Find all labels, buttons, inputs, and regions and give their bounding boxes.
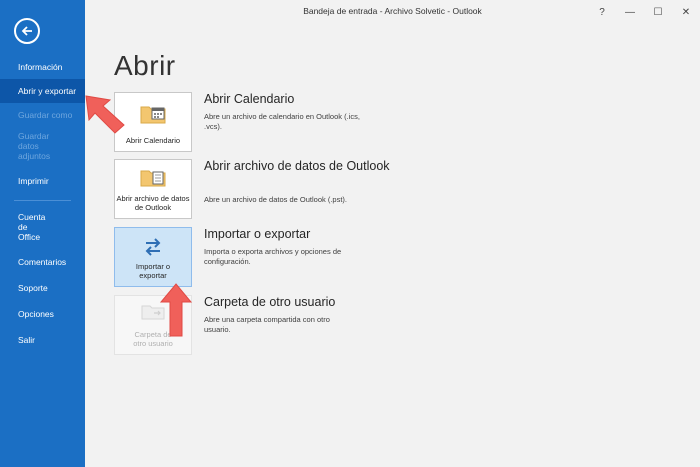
- back-arrow-icon: [21, 26, 32, 36]
- annotation-arrow-importar: [159, 283, 193, 337]
- abrir-calendario-tile-label: Abrir Calendario: [125, 136, 181, 145]
- sidebar-item-comentarios[interactable]: Comentarios: [0, 250, 85, 274]
- sidebar-nav: Información Abrir y exportar Guardar com…: [0, 55, 85, 352]
- minimize-button[interactable]: —: [616, 0, 644, 24]
- carpeta-otro-usuario-title: Carpeta de otro usuario: [204, 295, 336, 309]
- importar-exportar-tile-label: Importar o exportar: [135, 262, 171, 280]
- abrir-archivo-datos-tile-label: Abrir archivo de datos de Outlook: [116, 194, 190, 212]
- abrir-calendario-title: Abrir Calendario: [204, 92, 295, 106]
- page-title: Abrir: [114, 50, 176, 81]
- sidebar-item-informacion[interactable]: Información: [0, 55, 85, 79]
- sidebar-item-salir[interactable]: Salir: [0, 328, 85, 352]
- calendar-folder-icon: [140, 106, 166, 124]
- annotation-arrow-sidebar: [85, 95, 125, 134]
- carpeta-otro-usuario-desc: Abre una carpeta compartida con otro usu…: [204, 315, 330, 334]
- backstage-sidebar: Información Abrir y exportar Guardar com…: [0, 0, 85, 467]
- importar-exportar-title: Importar o exportar: [204, 227, 311, 241]
- importar-exportar-button[interactable]: Importar o exportar: [114, 227, 192, 287]
- window-controls: ? — ☐ ✕: [588, 0, 700, 24]
- import-export-icon: [145, 238, 161, 256]
- abrir-calendario-desc: Abre un archivo de calendario en Outlook…: [204, 112, 360, 131]
- title-bar: Bandeja de entrada - Archivo Solvetic - …: [85, 0, 700, 24]
- sidebar-item-soporte[interactable]: Soporte: [0, 276, 85, 300]
- abrir-archivo-datos-desc: Abre un archivo de datos de Outlook (.ps…: [204, 195, 347, 204]
- sidebar-divider: [14, 200, 71, 201]
- sidebar-item-cuenta[interactable]: Cuenta de Office: [0, 208, 46, 246]
- sidebar-item-abrir-exportar[interactable]: Abrir y exportar: [0, 79, 85, 103]
- close-button[interactable]: ✕: [672, 0, 700, 24]
- help-button[interactable]: ?: [588, 0, 616, 24]
- sidebar-item-guardar-adjuntos[interactable]: Guardar datos adjuntos: [0, 127, 70, 165]
- sidebar-item-opciones[interactable]: Opciones: [0, 302, 85, 326]
- importar-exportar-desc: Importa o exporta archivos y opciones de…: [204, 247, 342, 266]
- sidebar-item-guardar-como[interactable]: Guardar como: [0, 103, 85, 127]
- abrir-archivo-datos-title: Abrir archivo de datos de Outlook: [204, 159, 390, 173]
- abrir-archivo-datos-button[interactable]: Abrir archivo de datos de Outlook: [114, 159, 192, 219]
- sidebar-item-imprimir[interactable]: Imprimir: [0, 169, 85, 193]
- data-file-folder-icon: [140, 170, 166, 187]
- back-button[interactable]: [14, 18, 40, 44]
- maximize-button[interactable]: ☐: [644, 0, 672, 24]
